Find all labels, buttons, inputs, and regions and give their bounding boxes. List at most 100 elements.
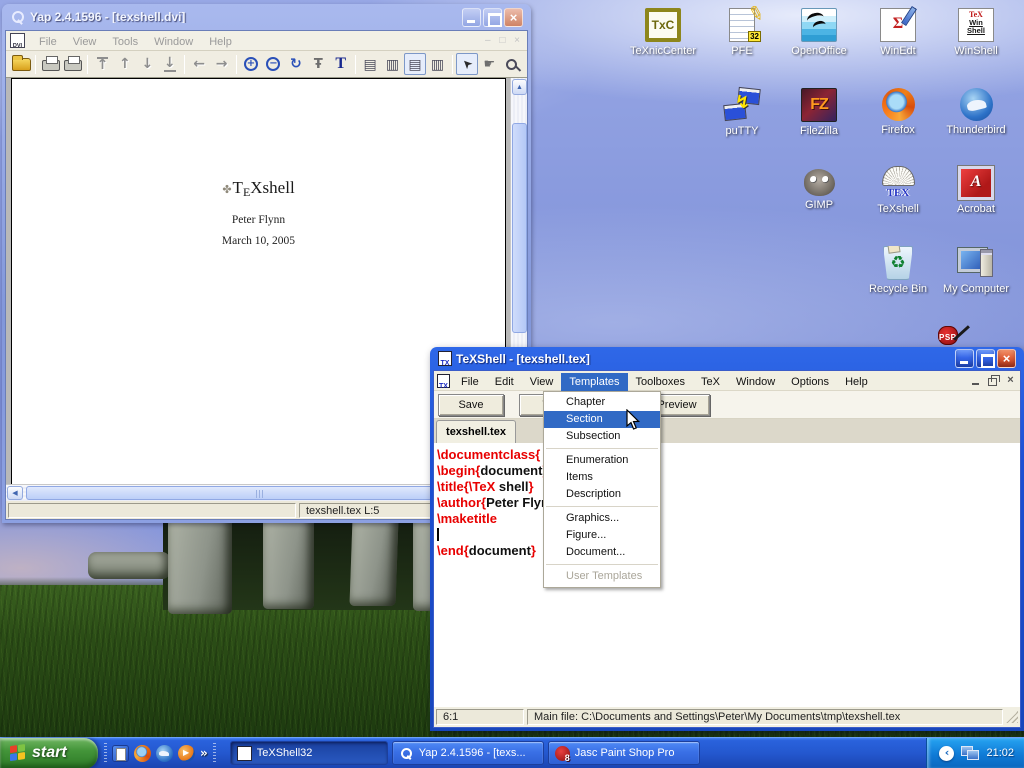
templates-menu-item-section[interactable]: Section [544,411,660,428]
magnifier-tool-icon[interactable] [501,53,523,75]
desktop-icon-firefox[interactable]: Firefox [863,88,933,136]
toolbar-grip[interactable] [213,743,216,763]
first-page-icon[interactable]: ↑ [91,53,113,75]
minimize-button[interactable] [955,349,974,368]
templates-menu-item-items[interactable]: Items [544,469,660,486]
desktop-icon-recycle-bin[interactable]: ♻Recycle Bin [863,246,933,295]
yap-menu-tools[interactable]: Tools [104,34,146,50]
task-label: Yap 2.4.1596 - [texs... [419,747,526,759]
yap-menu-help[interactable]: Help [201,34,240,50]
print-range-icon[interactable] [62,53,84,75]
yap-toolbar: ↑↑↓↓←→+−↻ŦT▤▥▤▥➤☛ [6,51,527,78]
open-file-icon[interactable] [10,53,32,75]
templates-menu-item-graphics[interactable]: Graphics... [544,510,660,527]
desktop-icon-my-computer[interactable]: My Computer [941,246,1011,295]
taskbar-button-yap-2-4-1596-texs[interactable]: Yap 2.4.1596 - [texs... [392,741,544,765]
zoom-in-icon[interactable]: + [240,53,262,75]
templates-menu-item-description[interactable]: Description [544,486,660,503]
continuous-facing-view-icon[interactable]: ▥ [426,53,448,75]
text-tool-icon[interactable]: T [329,53,351,75]
desktop-icon-thunderbird[interactable]: Thunderbird [941,88,1011,136]
child-restore-button[interactable] [987,375,1000,387]
desktop-icon-paint-shop-pro[interactable]: PSP [938,327,958,346]
close-button[interactable]: × [997,349,1016,368]
hand-tool-icon[interactable]: ☛ [478,53,500,75]
texshell-window[interactable]: TX TeXShell - [texshell.tex] × TX FileEd… [430,347,1024,731]
internet-explorer-icon[interactable] [112,745,129,762]
desktop-icon-filezilla[interactable]: FZFileZilla [784,88,854,137]
yap-titlebar[interactable]: Yap 2.4.1596 - [texshell.dvi] × [5,4,528,30]
templates-menu-item-user-templates[interactable]: User Templates [544,568,660,585]
network-status-icon[interactable] [961,746,979,760]
last-page-icon[interactable]: ↓ [159,53,181,75]
save-button[interactable]: Save [438,394,504,416]
desktop-icon-label: My Computer [941,283,1011,295]
desktop-icon-winshell[interactable]: TeXWin ShellWinShell [941,8,1011,57]
firefox-icon[interactable] [134,745,151,762]
texniccenter-icon: TxC [645,8,681,42]
templates-menu-item-document[interactable]: Document... [544,544,660,561]
desktop-icon-winedt[interactable]: ΣWinEdt [863,8,933,57]
tab-texshell-tex[interactable]: texshell.tex [436,420,516,443]
toolbar-grip[interactable] [104,743,107,763]
back-icon[interactable]: ← [188,53,210,75]
taskbar-button-texshell32[interactable]: TeXShell32 [230,741,388,765]
desktop-icon-putty[interactable]: ↯puTTY [707,88,777,137]
scroll-up-button[interactable]: ▲ [512,79,527,95]
single-page-view-icon[interactable]: ▤ [359,53,381,75]
thunderbird-icon[interactable] [156,745,173,762]
texshell-menu-templates[interactable]: Templates [561,373,627,391]
texshell-menu-edit[interactable]: Edit [487,373,522,391]
continuous-view-icon[interactable]: ▤ [404,53,426,75]
code-editor[interactable]: \documentclass{\begin{document}\title{\T… [434,444,1020,707]
taskbar-button-jasc-paint-shop-pro[interactable]: 8Jasc Paint Shop Pro [548,741,700,765]
texshell-menu-help[interactable]: Help [837,373,876,391]
zoom-out-icon[interactable]: − [262,53,284,75]
select-tool-icon[interactable]: ➤ [456,53,478,75]
desktop-icon-texniccenter[interactable]: TxCTeXnicCenter [628,8,698,57]
texshell-menu-toolboxes[interactable]: Toolboxes [628,373,694,391]
scroll-left-button[interactable]: ◀ [7,486,23,500]
resize-grip[interactable] [1006,711,1018,723]
ruler-tool-icon[interactable]: Ŧ [307,53,329,75]
texshell-menu-window[interactable]: Window [728,373,783,391]
texshell-menu-options[interactable]: Options [783,373,837,391]
texshell-menu-view[interactable]: View [522,373,562,391]
templates-menu-item-chapter[interactable]: Chapter [544,394,660,411]
desktop-icon-openoffice[interactable]: OpenOffice [784,8,854,57]
maximize-button[interactable] [483,8,502,27]
horizontal-scroll-thumb[interactable] [26,486,494,500]
desktop-icon-acrobat[interactable]: AAcrobat [941,166,1011,215]
close-button[interactable]: × [504,8,523,27]
refresh-icon[interactable]: ↻ [285,53,307,75]
next-page-icon[interactable]: ↓ [136,53,158,75]
media-player-icon[interactable] [178,745,195,762]
previous-page-icon[interactable]: ↑ [114,53,136,75]
filezilla-icon: FZ [801,88,837,122]
texshell-menu-file[interactable]: File [453,373,487,391]
yap-menu-view[interactable]: View [65,34,105,50]
maximize-button[interactable] [976,349,995,368]
texshell-titlebar[interactable]: TX TeXShell - [texshell.tex] × [433,347,1021,370]
tray-chevron-button[interactable]: ‹ [939,746,954,761]
templates-menu-item-figure[interactable]: Figure... [544,527,660,544]
yap-menu-file[interactable]: File [31,34,65,50]
document-author: Peter Flynn [12,214,505,226]
minimize-button[interactable] [462,8,481,27]
facing-pages-view-icon[interactable]: ▥ [381,53,403,75]
print-icon[interactable] [39,53,61,75]
start-button[interactable]: start [0,738,98,768]
templates-menu-item-subsection[interactable]: Subsection [544,428,660,445]
forward-icon[interactable]: → [210,53,232,75]
vertical-scroll-thumb[interactable] [512,123,527,333]
texshell-menu-tex[interactable]: TeX [693,373,728,391]
desktop-icon-texshell[interactable]: TEXTeXshell [863,166,933,215]
child-window-controls: × [970,375,1017,387]
desktop-icon-pfe[interactable]: 32PFE [707,8,777,57]
desktop-icon-gimp[interactable]: GIMP [784,166,854,211]
overflow-chevron[interactable]: » [200,747,208,759]
child-close-button[interactable]: × [1004,375,1017,387]
child-minimize-button[interactable] [970,375,983,387]
templates-menu-item-enumeration[interactable]: Enumeration [544,452,660,469]
yap-menu-window[interactable]: Window [146,34,201,50]
